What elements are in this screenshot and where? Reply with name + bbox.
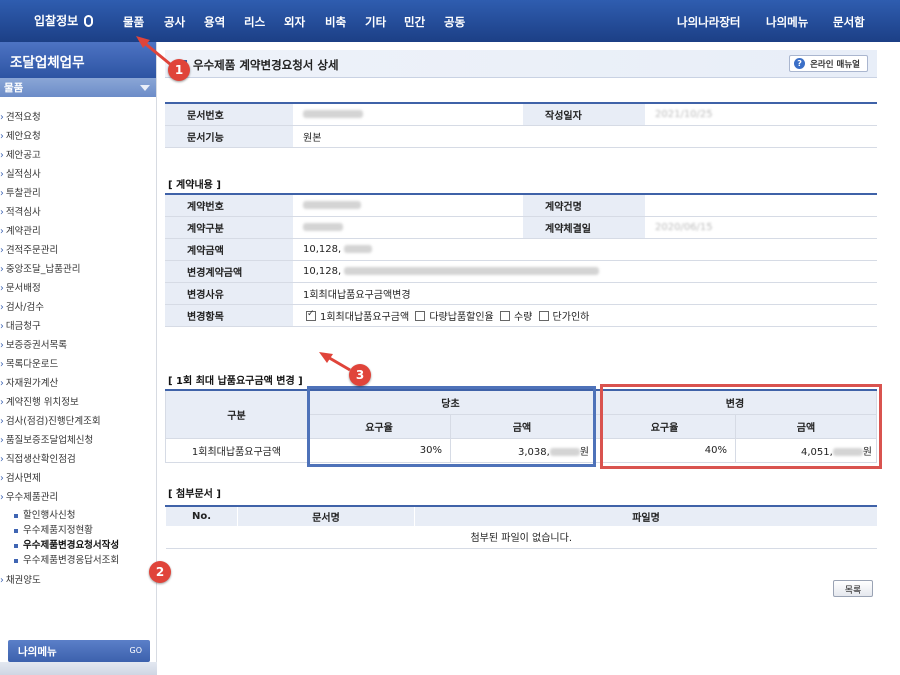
annotation-badge-1: 1	[168, 59, 190, 81]
annotation-badge-2: 2	[149, 561, 171, 583]
annotation-badge-3: 3	[349, 364, 371, 386]
annotation-arrows	[136, 36, 351, 372]
arrow-1	[141, 39, 171, 66]
